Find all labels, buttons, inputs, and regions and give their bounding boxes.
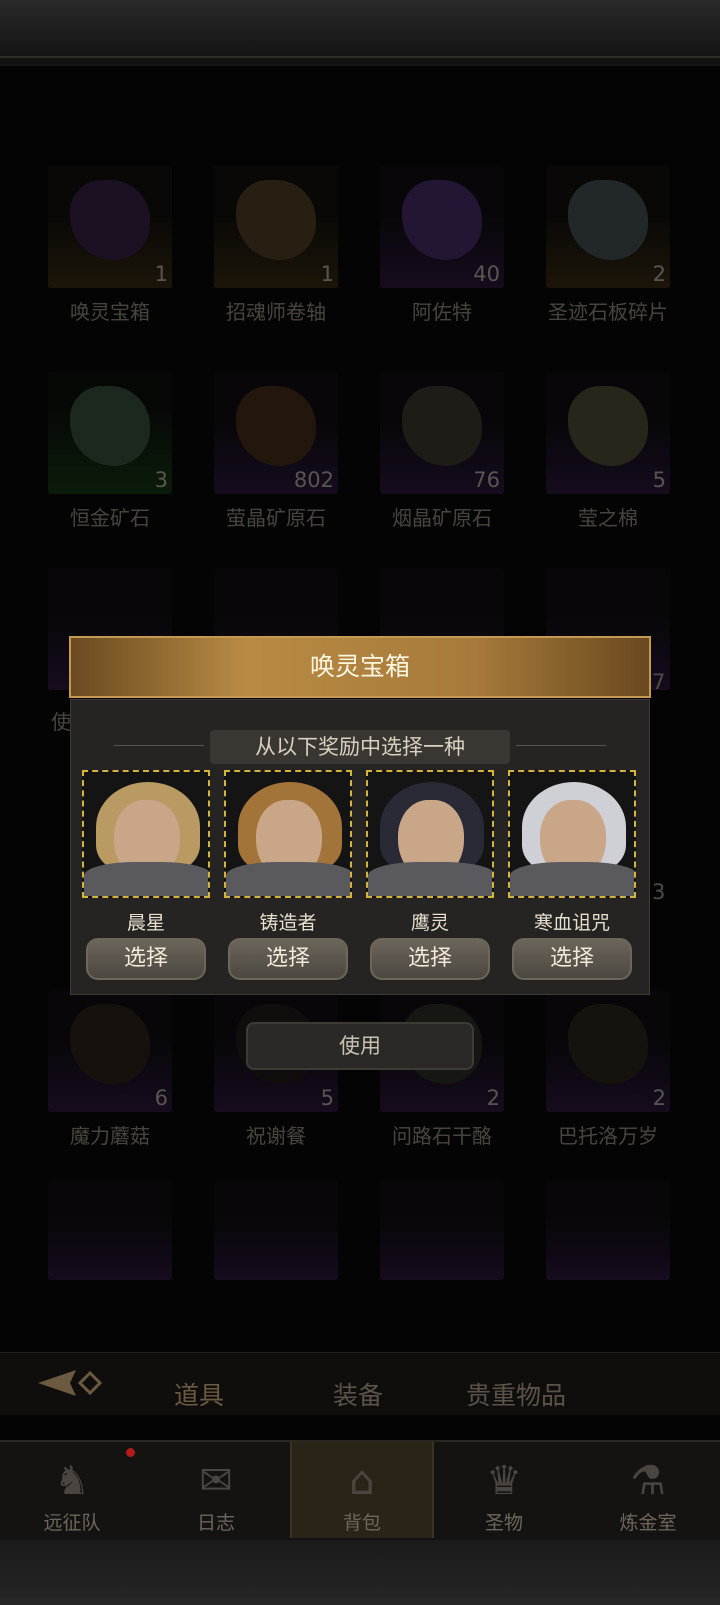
nav-backpack[interactable]: ⌂ 背包 [290,1442,434,1538]
bottom-frame [0,1540,720,1605]
hero-name: 铸造者 [259,912,317,934]
scroll-icon: ✉ [199,1458,233,1504]
nav-journal[interactable]: ✉ 日志 [146,1442,286,1538]
portrait-shoulder [84,862,208,896]
hero-name: 鹰灵 [410,912,449,934]
back-arrow-icon[interactable] [36,1366,106,1400]
hero-name: 寒血诅咒 [533,912,610,934]
use-button[interactable]: 使用 [246,1022,474,1070]
notification-dot [126,1448,135,1457]
chalice-icon: ♛ [486,1458,522,1504]
nav-label: 远征队 [43,1512,101,1534]
modal-title: 唤灵宝箱 [69,636,651,698]
nav-expedition[interactable]: ♞ 远征队 [2,1442,142,1538]
portrait-shoulder [510,862,634,896]
select-button[interactable]: 选择 [228,938,348,980]
tab-items[interactable]: 道具 [174,1376,224,1412]
tab-valuables[interactable]: 贵重物品 [466,1376,566,1412]
hero-portrait[interactable] [366,770,494,898]
hero-name: 晨星 [126,912,165,934]
portrait-shoulder [226,862,350,896]
reward-prompt: 从以下奖励中选择一种 [114,730,606,764]
nav-label: 背包 [342,1512,381,1534]
nav-label: 炼金室 [619,1512,677,1534]
hero-portrait[interactable] [82,770,210,898]
tab-equipment[interactable]: 装备 [333,1376,383,1412]
helmet-icon: ♞ [54,1458,90,1504]
nav-label: 日志 [196,1512,235,1534]
top-frame [0,0,720,66]
hero-portrait[interactable] [224,770,352,898]
backpack-icon: ⌂ [349,1458,375,1504]
nav-alchemy[interactable]: ⚗ 炼金室 [578,1442,718,1538]
nav-label: 圣物 [484,1512,523,1534]
alchemy-icon: ⚗ [630,1458,666,1504]
nav-relics[interactable]: ♛ 圣物 [434,1442,574,1538]
select-button[interactable]: 选择 [86,938,206,980]
select-button[interactable]: 选择 [370,938,490,980]
portrait-shoulder [368,862,492,896]
hero-portrait[interactable] [508,770,636,898]
select-button[interactable]: 选择 [512,938,632,980]
